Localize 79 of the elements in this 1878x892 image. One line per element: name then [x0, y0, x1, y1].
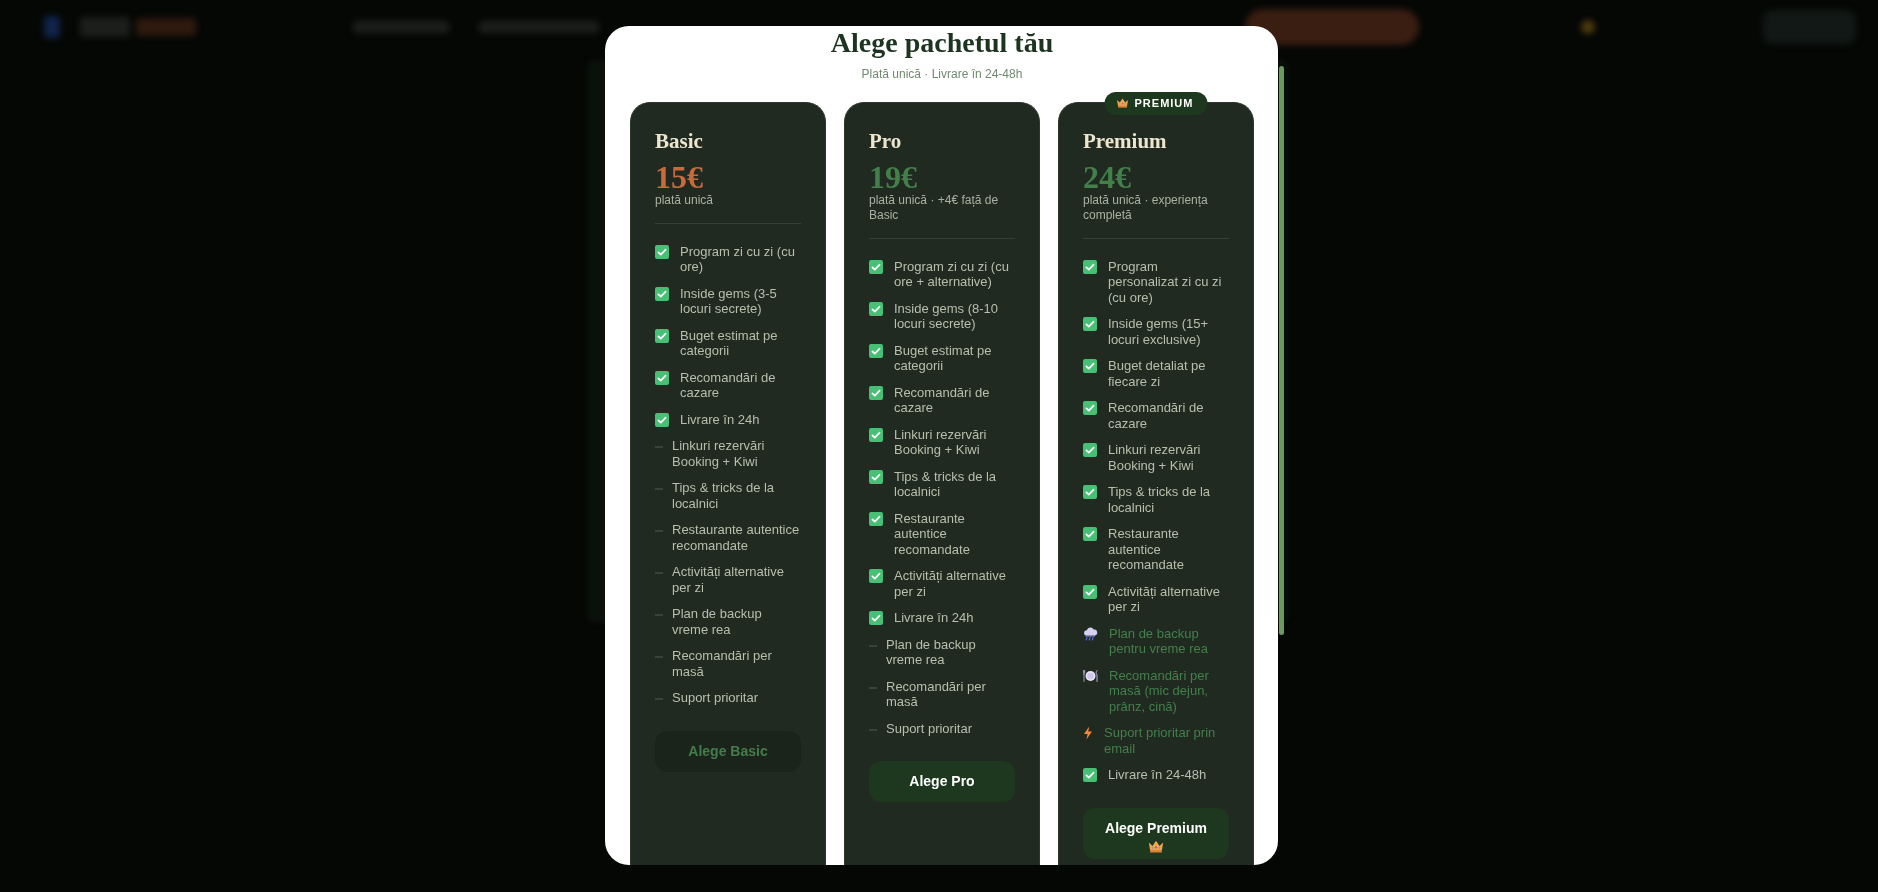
checkbox-checked-icon: [655, 244, 669, 259]
checkbox-checked-icon: [655, 412, 669, 427]
checkbox-checked-icon: [869, 259, 883, 274]
feature-text: Livrare în 24h: [894, 610, 974, 626]
modal-title: Alege pachetul tău: [829, 28, 1055, 59]
feature-text: Linkuri rezervări Booking + Kiwi: [894, 426, 988, 458]
checkbox-checked-icon: [869, 385, 883, 400]
feature-text: Program zi cu zi (cu ore): [680, 243, 796, 275]
price-note: plată unică · +4€ față de Basic: [869, 192, 1000, 223]
plan-name: Basic: [655, 128, 703, 154]
tier-label: PREMIUM: [1134, 95, 1194, 111]
feature-text: Restaurante autentice recomandate: [1108, 526, 1185, 573]
choose-plan-button[interactable]: Alege Pro: [869, 761, 1015, 803]
feature-text: Suport prioritar prin email: [1104, 725, 1217, 757]
choose-plan-button[interactable]: Alege Premium: [1083, 807, 1229, 859]
checkbox-checked-icon: [869, 569, 883, 584]
price-note: plată unică: [655, 192, 715, 208]
scrollbar-thumb[interactable]: [1279, 66, 1284, 635]
feature-text: Linkuri rezervări Booking + Kiwi: [1108, 442, 1202, 474]
feature-text: Program personalizat zi cu zi (cu ore): [1108, 258, 1223, 306]
plan-name: Pro: [869, 128, 902, 154]
checkbox-checked-icon: [1083, 527, 1097, 542]
checkbox-checked-icon: [655, 370, 669, 385]
checkbox-checked-icon: [869, 611, 883, 626]
checkbox-checked-icon: [1083, 401, 1097, 416]
checkbox-checked-icon: [1083, 584, 1097, 599]
feature-text: Livrare în 24-48h: [1108, 767, 1207, 783]
checkbox-checked-icon: [869, 511, 883, 526]
feature-text: Activități alternative per zi: [1108, 583, 1221, 615]
feature-text: Recomandări per masă (mic dejun, prânz, cină): [1109, 667, 1210, 715]
feature-text: Plan de backup vreme rea: [886, 636, 977, 668]
checkbox-checked-icon: [655, 286, 669, 301]
checkbox-checked-icon: [869, 469, 883, 484]
plan-price: 24€: [1083, 160, 1131, 193]
lightning-bolt-icon: [1083, 726, 1093, 741]
checkbox-checked-icon: [1083, 317, 1097, 332]
checkbox-checked-icon: [655, 328, 669, 343]
feature-text: Recomandări de cazare: [680, 369, 777, 401]
feature-text: Inside gems (8-10 locuri secrete): [894, 300, 1000, 332]
feature-text: Inside gems (3-5 locuri secrete): [680, 285, 778, 317]
feature-text: Restaurante autentice recomandate: [894, 510, 971, 558]
feature-text: Restaurante autentice recomandate: [672, 522, 801, 554]
feature-text: Program zi cu zi (cu ore + alternative): [894, 258, 1010, 290]
plate-cutlery-icon: [1083, 668, 1098, 683]
feature-text: Activități alternative per zi: [672, 564, 785, 596]
feature-text: Recomandări de cazare: [894, 384, 991, 416]
feature-text: Tips & tricks de la localnici: [894, 468, 998, 500]
feature-text: Buget estimat pe categorii: [894, 342, 993, 374]
feature-text: Suport prioritar: [672, 690, 758, 706]
checkbox-checked-icon: [1083, 259, 1097, 274]
feature-text: Recomandări per masă: [672, 648, 773, 680]
feature-text: Linkuri rezervări Booking + Kiwi: [672, 438, 766, 470]
feature-text: Suport prioritar: [886, 720, 972, 737]
feature-text: Tips & tricks de la localnici: [672, 480, 776, 512]
crown-icon: [1148, 839, 1164, 853]
feature-text: Tips & tricks de la localnici: [1108, 484, 1212, 516]
feature-text: Inside gems (15+ locuri exclusive): [1108, 316, 1210, 348]
feature-text: Buget detaliat pe fiecare zi: [1108, 358, 1207, 390]
checkbox-checked-icon: [1083, 359, 1097, 374]
plan-name: Premium: [1083, 128, 1167, 154]
checkbox-checked-icon: [1083, 485, 1097, 500]
checkbox-checked-icon: [1083, 768, 1097, 783]
checkbox-checked-icon: [869, 343, 883, 358]
plan-price: 19€: [869, 160, 917, 193]
checkbox-checked-icon: [869, 427, 883, 442]
plan-price: 15€: [655, 160, 703, 193]
feature-text: Buget estimat pe categorii: [680, 327, 779, 359]
checkbox-checked-icon: [869, 301, 883, 316]
feature-text: Livrare în 24h: [680, 411, 760, 428]
feature-text: Recomandări de cazare: [1108, 400, 1205, 432]
rain-cloud-icon: [1083, 626, 1098, 641]
modal-subtitle: Plată unică · Livrare în 24-48h: [860, 66, 1024, 82]
crown-icon: [1116, 98, 1129, 109]
feature-text: Plan de backup vreme rea: [672, 606, 763, 638]
feature-text: Activități alternative per zi: [894, 568, 1007, 600]
checkbox-checked-icon: [1083, 443, 1097, 458]
feature-text: Recomandări per masă: [886, 678, 987, 710]
price-note: plată unică · experiența completă: [1083, 192, 1209, 223]
feature-text: Plan de backup pentru vreme rea: [1109, 625, 1209, 657]
